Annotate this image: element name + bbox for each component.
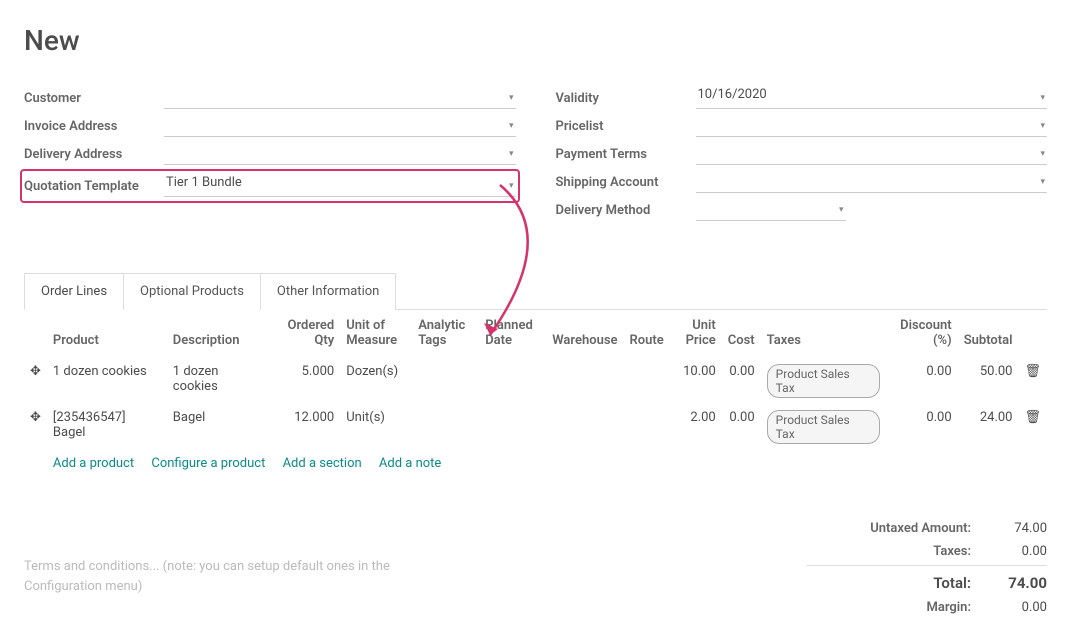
page-title: New	[24, 24, 1047, 57]
cell-description[interactable]: 1 dozen cookies	[167, 358, 272, 404]
add-section-link[interactable]: Add a section	[283, 456, 362, 471]
cell-qty[interactable]: 5.000	[272, 358, 340, 404]
cell-uom[interactable]: Dozen(s)	[340, 358, 412, 404]
col-planned: Planned Date	[479, 310, 546, 358]
delivery-method-label: Delivery Method	[556, 203, 696, 218]
chevron-down-icon: ▾	[509, 93, 514, 103]
cell-subtotal: 50.00	[958, 358, 1019, 404]
customer-label: Customer	[24, 91, 164, 106]
col-product: Product	[47, 310, 167, 358]
cell-discount[interactable]: 0.00	[886, 404, 958, 450]
add-note-link[interactable]: Add a note	[379, 456, 441, 471]
table-row[interactable]: ✥ [235436547] Bagel Bagel 12.000 Unit(s)…	[24, 404, 1047, 450]
col-subtotal: Subtotal	[958, 310, 1019, 358]
cell-discount[interactable]: 0.00	[886, 358, 958, 404]
tabs: Order Lines Optional Products Other Info…	[24, 273, 1047, 310]
cell-uom[interactable]: Unit(s)	[340, 404, 412, 450]
cell-product[interactable]: [235436547] Bagel	[47, 404, 167, 450]
tab-order-lines[interactable]: Order Lines	[24, 273, 124, 310]
order-lines-table: Product Description Ordered Qty Unit of …	[24, 310, 1047, 477]
customer-field[interactable]: ▾	[164, 87, 516, 109]
shipping-account-field[interactable]: ▾	[696, 171, 1048, 193]
total-label: Total:	[807, 574, 971, 592]
total-value: 74.00	[987, 574, 1047, 592]
margin-value: 0.00	[987, 600, 1047, 615]
validity-label: Validity	[556, 91, 696, 106]
cell-unit-price[interactable]: 10.00	[670, 358, 722, 404]
shipping-account-label: Shipping Account	[556, 175, 696, 190]
delivery-address-label: Delivery Address	[24, 147, 164, 162]
cell-description[interactable]: Bagel	[167, 404, 272, 450]
trash-icon[interactable]: 🗑	[1018, 404, 1047, 450]
col-qty: Ordered Qty	[272, 310, 340, 358]
chevron-down-icon: ▾	[1040, 177, 1045, 187]
invoice-address-label: Invoice Address	[24, 119, 164, 134]
col-uom: Unit of Measure	[340, 310, 412, 358]
terms-placeholder[interactable]: Terms and conditions... (note: you can s…	[24, 557, 464, 596]
col-cost: Cost	[722, 310, 761, 358]
taxes-label: Taxes:	[807, 544, 971, 559]
tab-optional-products[interactable]: Optional Products	[124, 273, 261, 310]
cell-product[interactable]: 1 dozen cookies	[47, 358, 167, 404]
margin-label: Margin:	[807, 600, 971, 615]
table-row[interactable]: ✥ 1 dozen cookies 1 dozen cookies 5.000 …	[24, 358, 1047, 404]
invoice-address-field[interactable]: ▾	[164, 115, 516, 137]
trash-icon[interactable]: 🗑	[1018, 358, 1047, 404]
cell-qty[interactable]: 12.000	[272, 404, 340, 450]
payment-terms-label: Payment Terms	[556, 147, 696, 162]
delivery-method-field[interactable]: ▾	[696, 199, 846, 221]
col-description: Description	[167, 310, 272, 358]
col-discount: Discount (%)	[886, 310, 958, 358]
quotation-template-field[interactable]: Tier 1 Bundle▾	[164, 175, 516, 197]
col-unit-price: Unit Price	[670, 310, 722, 358]
payment-terms-field[interactable]: ▾	[696, 143, 1048, 165]
cell-subtotal: 24.00	[958, 404, 1019, 450]
drag-handle-icon[interactable]: ✥	[24, 404, 47, 450]
validity-field[interactable]: 10/16/2020▾	[696, 87, 1048, 109]
pricelist-label: Pricelist	[556, 119, 696, 134]
col-route: Route	[624, 310, 670, 358]
chevron-down-icon: ▾	[509, 181, 514, 191]
untaxed-label: Untaxed Amount:	[807, 521, 971, 536]
chevron-down-icon: ▾	[1040, 93, 1045, 103]
cell-cost[interactable]: 0.00	[722, 404, 761, 450]
taxes-value: 0.00	[987, 544, 1047, 559]
add-product-link[interactable]: Add a product	[53, 456, 134, 471]
configure-product-link[interactable]: Configure a product	[151, 456, 265, 471]
untaxed-value: 74.00	[987, 521, 1047, 536]
col-tags: Analytic Tags	[412, 310, 479, 358]
tax-pill[interactable]: Product Sales Tax	[767, 410, 880, 444]
cell-unit-price[interactable]: 2.00	[670, 404, 722, 450]
chevron-down-icon: ▾	[839, 205, 844, 215]
chevron-down-icon: ▾	[509, 121, 514, 131]
pricelist-field[interactable]: ▾	[696, 115, 1048, 137]
col-taxes: Taxes	[761, 310, 886, 358]
col-warehouse: Warehouse	[546, 310, 623, 358]
chevron-down-icon: ▾	[1040, 149, 1045, 159]
quotation-template-label: Quotation Template	[24, 179, 164, 194]
chevron-down-icon: ▾	[1040, 121, 1045, 131]
drag-handle-icon[interactable]: ✥	[24, 358, 47, 404]
quotation-template-highlight: Quotation Template Tier 1 Bundle▾	[20, 169, 520, 203]
tab-other-information[interactable]: Other Information	[261, 273, 396, 310]
delivery-address-field[interactable]: ▾	[164, 143, 516, 165]
tax-pill[interactable]: Product Sales Tax	[767, 364, 880, 398]
cell-cost[interactable]: 0.00	[722, 358, 761, 404]
chevron-down-icon: ▾	[509, 149, 514, 159]
